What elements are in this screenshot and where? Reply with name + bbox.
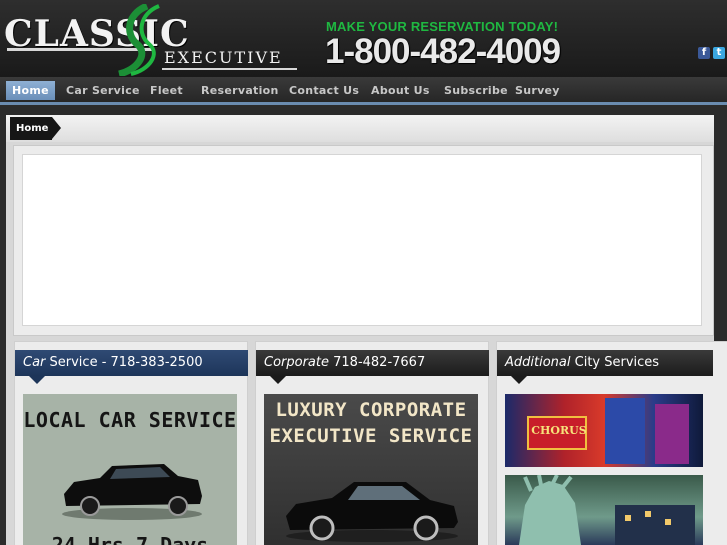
statue-of-liberty-icon <box>519 475 695 545</box>
logo-wordmark-bottom: EXECUTIVE <box>164 48 283 67</box>
heading-em: Car <box>23 355 46 370</box>
heading-em: Corporate <box>264 355 329 370</box>
logo-swoosh-icon <box>117 4 160 76</box>
nav-home[interactable]: Home <box>6 81 55 100</box>
twitter-icon[interactable]: t <box>713 47 725 59</box>
breadcrumb-arrow-icon <box>52 117 61 139</box>
limousine-icon <box>62 464 202 520</box>
heading-rest: Service - 718-383-2500 <box>45 355 203 370</box>
header-phone[interactable]: 1-800-482-4009 <box>325 32 561 72</box>
billboard-text: CHORUS <box>531 424 587 437</box>
heading-pointer-icon <box>29 376 45 384</box>
breadcrumb-home[interactable]: Home <box>10 117 52 140</box>
nav-survey[interactable]: Survey <box>515 77 560 102</box>
image-caption-line-2: EXECUTIVE SERVICE <box>269 425 473 447</box>
image-caption-tail: 24 Hrs 7 Days <box>51 533 209 545</box>
column-car-service-heading: Car Service - 718-383-2500 <box>15 350 248 376</box>
twitter-glyph: t <box>716 47 722 58</box>
site-header: CLASSIC EXECUTIVE MAKE YOUR RESERVATION … <box>0 0 727 77</box>
column-corporate-heading: Corporate 718-482-7667 <box>256 350 489 376</box>
logo[interactable]: CLASSIC EXECUTIVE <box>2 4 297 76</box>
corporate-service-image[interactable]: LUXURY CORPORATE EXECUTIVE SERVICE <box>264 394 478 545</box>
facebook-glyph: f <box>701 47 707 58</box>
building-icon <box>605 398 645 464</box>
sedan-icon <box>286 482 458 542</box>
image-caption: LOCAL CAR SERVICE <box>23 408 237 432</box>
nav-about-us[interactable]: About Us <box>371 77 430 102</box>
nav-reservation[interactable]: Reservation <box>201 77 279 102</box>
heading-rest: City Services <box>570 355 660 370</box>
column-city-services-heading: Additional City Services <box>497 350 713 376</box>
nav-car-service[interactable]: Car Service <box>66 77 140 102</box>
facebook-icon[interactable]: f <box>698 47 710 59</box>
logo-divider-bottom <box>162 68 297 70</box>
statue-of-liberty-image[interactable] <box>505 475 703 545</box>
slider-viewport[interactable] <box>22 154 702 326</box>
main-nav: Home Car Service Fleet Reservation Conta… <box>0 77 727 105</box>
nav-contact-us[interactable]: Contact Us <box>289 77 359 102</box>
breadcrumb <box>6 115 714 142</box>
building-icon <box>655 404 689 464</box>
heading-em: Additional <box>505 355 571 370</box>
heading-rest: 718-482-7667 <box>329 355 426 370</box>
nav-fleet[interactable]: Fleet <box>150 77 183 102</box>
heading-pointer-icon <box>511 376 527 384</box>
local-car-service-image[interactable]: LOCAL CAR SERVICE 24 Hrs 7 Days <box>23 394 237 545</box>
heading-pointer-icon <box>270 376 286 384</box>
times-square-image[interactable]: CHORUS <box>505 394 703 467</box>
image-caption-line-1: LUXURY CORPORATE <box>275 399 467 421</box>
nav-subscribe[interactable]: Subscribe <box>444 77 508 102</box>
